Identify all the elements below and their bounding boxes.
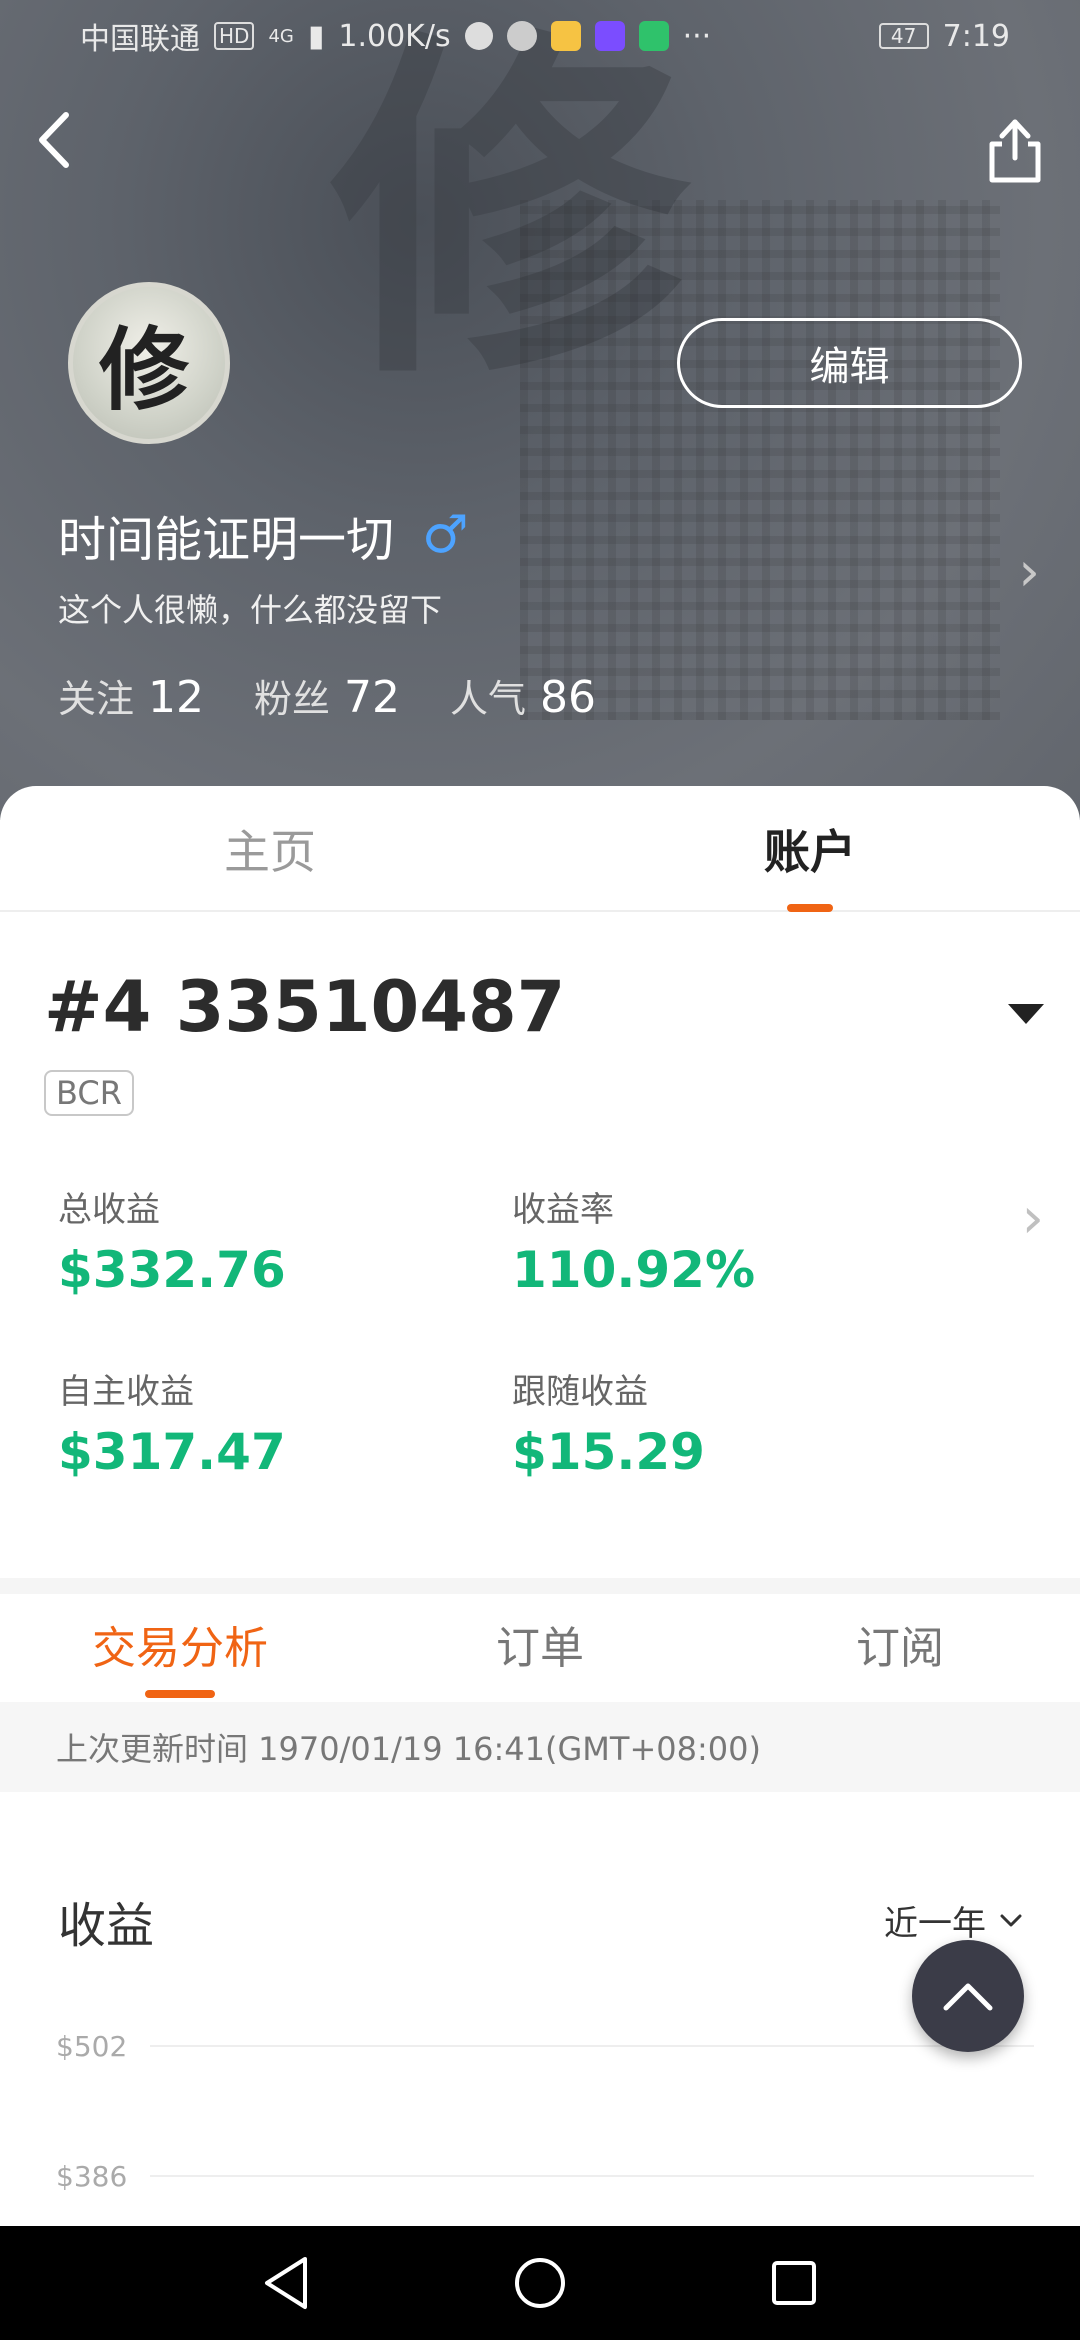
metric-label: 跟随收益 xyxy=(512,1372,648,1412)
stat-label: 人气 xyxy=(450,677,527,721)
stat-label: 关注 xyxy=(58,677,135,721)
network-speed: 1.00K/s xyxy=(338,18,451,54)
hd-badge: HD xyxy=(214,22,255,50)
more-notifications-icon: ··· xyxy=(682,18,712,54)
period-selector[interactable]: 近一年 xyxy=(884,1896,1024,1945)
earnings-chart: $502 $386 xyxy=(56,2030,1034,2193)
weibo-notification-icon xyxy=(550,21,581,51)
account-type-badge: BCR xyxy=(44,1070,134,1116)
back-triangle-icon[interactable] xyxy=(261,2255,311,2311)
chevron-down-icon xyxy=(1000,1914,1022,1926)
edit-profile-button[interactable]: 编辑 xyxy=(677,318,1022,408)
earnings-title: 收益 xyxy=(58,1898,155,1954)
chevron-right-icon[interactable]: › xyxy=(1018,540,1040,603)
metric-value: $332.76 xyxy=(58,1241,286,1299)
profile-stats: 关注 12 粉丝 72 人气 86 xyxy=(58,668,596,723)
back-button[interactable] xyxy=(30,105,90,185)
profile-bio: 这个人很懒，什么都没留下 xyxy=(58,591,443,629)
metric-follow-profit: 跟随收益 $15.29 xyxy=(512,1364,705,1481)
metric-label: 总收益 xyxy=(58,1190,160,1230)
metric-total-profit: 总收益 $332.76 xyxy=(58,1182,286,1299)
profile-tabs: 主页 账户 xyxy=(0,786,1080,912)
tab-orders[interactable]: 订单 xyxy=(360,1594,720,1694)
metric-value: $317.47 xyxy=(58,1423,286,1481)
back-arrow-icon xyxy=(39,112,69,168)
last-update-bar: 上次更新时间 1970/01/19 16:41(GMT+08:00) xyxy=(0,1702,1080,1792)
metric-label: 收益率 xyxy=(512,1190,614,1230)
signal-icon: ▮ xyxy=(307,18,325,54)
recents-square-icon[interactable] xyxy=(769,2258,819,2308)
home-circle-icon[interactable] xyxy=(512,2255,568,2311)
avatar[interactable]: 修 xyxy=(68,282,230,444)
stat-value: 12 xyxy=(148,672,205,723)
tab-home[interactable]: 主页 xyxy=(0,786,540,912)
stat-label: 粉丝 xyxy=(254,677,331,721)
video-notification-icon xyxy=(594,21,625,51)
stat-value: 72 xyxy=(344,672,401,723)
metrics-detail-chevron-icon[interactable]: › xyxy=(1022,1186,1044,1251)
tab-account[interactable]: 账户 xyxy=(540,786,1080,912)
y-tick-label: $386 xyxy=(56,2160,127,2193)
app-notification-icon xyxy=(464,22,493,50)
period-label: 近一年 xyxy=(884,1904,986,1944)
share-icon xyxy=(989,119,1041,183)
profile-name: 时间能证明一切 xyxy=(58,512,395,568)
male-gender-icon: ♂ xyxy=(422,505,469,565)
metric-return-rate: 收益率 110.92% xyxy=(512,1182,755,1299)
system-navigation-bar xyxy=(0,2226,1080,2340)
chevron-up-icon xyxy=(943,1983,993,2011)
metric-own-profit: 自主收益 $317.47 xyxy=(58,1364,286,1481)
background-texture xyxy=(520,200,1000,720)
tab-trade-analysis[interactable]: 交易分析 xyxy=(0,1594,360,1694)
metric-label: 自主收益 xyxy=(58,1372,194,1412)
account-dropdown-icon[interactable] xyxy=(1008,1004,1044,1024)
clock: 7:19 xyxy=(942,18,1010,54)
player-notification-icon xyxy=(638,21,669,51)
metric-value: $15.29 xyxy=(512,1423,705,1481)
scroll-to-top-button[interactable] xyxy=(912,1940,1024,2052)
status-bar: 中国联通 HD 4G ▮ 1.00K/s ··· 47 7:19 xyxy=(0,0,1080,72)
stat-popularity: 人气 86 xyxy=(450,668,596,723)
tab-subscriptions[interactable]: 订阅 xyxy=(720,1594,1080,1694)
account-id: #4 33510487 xyxy=(44,966,566,1048)
tab-active-indicator xyxy=(787,904,833,912)
stat-value: 86 xyxy=(540,672,597,723)
share-button[interactable] xyxy=(980,110,1050,190)
stat-followers[interactable]: 粉丝 72 xyxy=(254,668,400,723)
stat-following[interactable]: 关注 12 xyxy=(58,668,204,723)
tab-active-indicator xyxy=(145,1690,215,1698)
section-divider xyxy=(0,1578,1080,1594)
network-label: 4G xyxy=(268,25,294,47)
avatar-glyph: 修 xyxy=(99,317,189,423)
analysis-tabs: 交易分析 订单 订阅 xyxy=(0,1594,1080,1706)
metric-value: 110.92% xyxy=(512,1241,756,1299)
battery-icon: 47 xyxy=(878,23,929,49)
profile-name-row[interactable]: 时间能证明一切 ♂ xyxy=(58,500,469,570)
last-update-text: 上次更新时间 1970/01/19 16:41(GMT+08:00) xyxy=(56,1730,761,1768)
y-tick-label: $502 xyxy=(56,2030,127,2063)
chat-notification-icon xyxy=(506,21,537,51)
carrier-label: 中国联通 xyxy=(80,22,200,57)
